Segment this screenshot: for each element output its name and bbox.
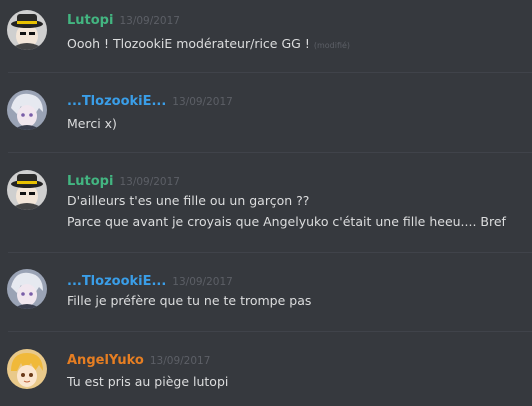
- message-line: Tu est pris au piège lutopi: [67, 373, 228, 391]
- message-text: Oooh ! TlozookiE modérateur/rice GG !: [67, 36, 310, 51]
- message-text: Merci x): [67, 116, 117, 131]
- message-line: Merci x): [67, 115, 117, 133]
- message-line: Fille je préfère que tu ne te trompe pas: [67, 292, 311, 310]
- message-text: Parce que avant je croyais que Angelyuko…: [67, 214, 506, 229]
- username[interactable]: Lutopi: [67, 13, 113, 28]
- message-divider: [8, 72, 532, 73]
- tlozookie-avatar-icon[interactable]: [7, 269, 47, 309]
- message-line: D'ailleurs t'es une fille ou un garçon ?…: [67, 192, 309, 210]
- username[interactable]: AngelYuko: [67, 353, 144, 368]
- message-line: Oooh ! TlozookiE modérateur/rice GG ! (mo…: [67, 35, 350, 55]
- timestamp: 13/09/2017: [172, 276, 233, 288]
- username[interactable]: ...TlozookiE...: [67, 94, 166, 109]
- timestamp: 13/09/2017: [119, 15, 180, 27]
- timestamp: 13/09/2017: [149, 355, 211, 367]
- message-divider: [8, 331, 532, 332]
- username[interactable]: Lutopi: [67, 174, 113, 189]
- edited-label: (modifié): [313, 41, 351, 50]
- angelyuko-avatar-icon[interactable]: [7, 349, 47, 389]
- message-divider: [8, 252, 532, 253]
- message-divider: [8, 152, 532, 153]
- tlozookie-avatar-icon[interactable]: [7, 90, 47, 130]
- timestamp: 13/09/2017: [119, 176, 180, 188]
- message-text: Tu est pris au piège lutopi: [67, 374, 229, 389]
- message-text: D'ailleurs t'es une fille ou un garçon ?…: [67, 193, 310, 208]
- lutopi-avatar-icon[interactable]: [7, 170, 47, 210]
- timestamp: 13/09/2017: [172, 96, 233, 108]
- message-line: Parce que avant je croyais que Angelyuko…: [67, 213, 506, 231]
- message-text: Fille je préfère que tu ne te trompe pas: [67, 293, 312, 308]
- username[interactable]: ...TlozookiE...: [67, 274, 166, 289]
- lutopi-avatar-icon[interactable]: [7, 10, 47, 50]
